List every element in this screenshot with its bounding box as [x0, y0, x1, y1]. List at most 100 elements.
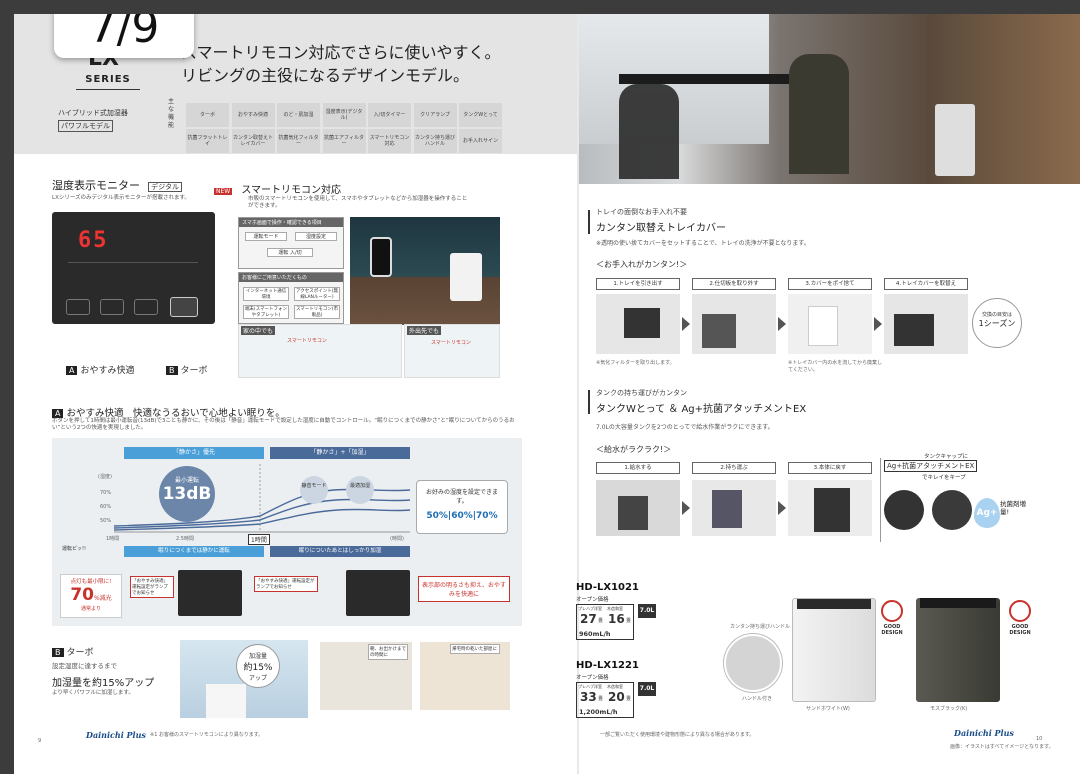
- x-axis-label-2: 1時間: [248, 534, 270, 545]
- care-arrow-2: [778, 317, 786, 331]
- model-block: HD-LX1021 オープン価格 プレハブ洋室 木造和室 27 畳 16 畳 960mL/h 7.…: [576, 582, 716, 656]
- dim-sub: 通常より: [81, 606, 101, 612]
- morning-note: 朝、お出かけまでの時間に: [368, 644, 408, 660]
- area-value-2: 16: [608, 612, 625, 626]
- area-value-2: 20: [608, 690, 625, 704]
- setting-bubble-text: お好みの湿度を設定できます。: [425, 489, 498, 505]
- turbo-unit-shape: [206, 684, 246, 718]
- needs-item-2: 端末(スマートフォンやタブレット): [243, 305, 289, 319]
- care-bubble: 交換の目安は 1シーズン: [972, 298, 1022, 348]
- tray-kicker: トレイの面倒なお手入れ不要: [596, 208, 687, 216]
- panel-button-3[interactable]: [134, 299, 158, 315]
- scene-out-label: 外出先でも: [407, 326, 442, 335]
- care-step-1: 1.トレイを引き出す: [596, 278, 680, 290]
- band-humidify: 眠りについたあとはしっかり加湿: [270, 546, 410, 557]
- tray-title: カンタン取替えトレイカバー: [596, 223, 726, 234]
- needs-item-0: インターネット通信環境: [243, 287, 289, 301]
- care-bubble-1: 交換の目安は: [981, 312, 1012, 318]
- power-button[interactable]: [170, 297, 198, 317]
- care-arrow-1: [682, 317, 690, 331]
- turbo-bubble: 加湿量 約15% アップ: [236, 644, 280, 688]
- mode-circle-optimal: 最適加湿: [346, 476, 374, 504]
- turbo-title: ターボ: [66, 648, 94, 658]
- tray-rule: [588, 210, 590, 234]
- dim-right-note: 表示部の明るさも抑え、おやすみを快適に: [418, 576, 510, 602]
- tank-rule: [588, 390, 590, 414]
- smart-title-row: NEW スマートリモコン対応: [214, 178, 341, 197]
- headline-2: リビングの主役になるデザインモデル。: [181, 66, 470, 85]
- area-unit-2: 畳: [626, 696, 632, 702]
- care-photo-3: [788, 294, 872, 354]
- water-step-3: 3.本体に戻す: [788, 462, 872, 474]
- ctrl-photo-1: [178, 570, 242, 616]
- power-label: パワフルモデル: [58, 120, 113, 132]
- needs-item-3: スマートリモコン(市販品): [294, 305, 340, 319]
- water-easy: ＜給水がラクラク!＞: [596, 445, 672, 454]
- cap-title-2: Ag+抗菌アタッチメントEX: [884, 460, 978, 472]
- water-step-2: 2.持ち運ぶ: [692, 462, 776, 474]
- y-axis-label-2: 60%: [100, 504, 112, 510]
- dining-photo: [579, 14, 1080, 184]
- panel-button-1[interactable]: [66, 299, 90, 315]
- label-a-row: A おやすみ快適: [66, 358, 135, 377]
- panel-button-2[interactable]: [100, 299, 124, 315]
- band-quiet: 眠りにつくまでは静かに運転: [124, 546, 264, 557]
- model-block: HD-LX1221 オープン価格 プレハブ洋室 木造和室 33 畳 20 畳 1,200mL/h…: [576, 660, 716, 734]
- series-label: SERIES: [85, 74, 131, 85]
- label-b-badge: B: [166, 366, 178, 375]
- dim-title: 点灯も最小限に!: [70, 579, 112, 585]
- humidity-monitor-heading: 湿度表示モニター: [52, 179, 140, 192]
- oyasumi-badge: A: [52, 409, 64, 418]
- ag-text: 抗菌剤増量!: [1000, 500, 1026, 517]
- app-box: スマホ画面で操作・確認できる項目 運転モード 湿度設定 運転 入/切: [238, 217, 344, 269]
- ctrl-note-1: 「おやすみ快適」運転設定がランプでお知らせ: [130, 576, 174, 598]
- oyasumi-desc: ボタンを押して1時間は最小運転音(13dB)で3ことも静かに、その後は「静音」運…: [52, 418, 515, 432]
- good-design-icon-1: [881, 600, 903, 622]
- turbo-bubble-3: アップ: [248, 675, 267, 682]
- tank-badge: 7.0L: [638, 604, 656, 618]
- setting-bubble: お好みの湿度を設定できます。 50%|60%|70%: [416, 480, 508, 534]
- setting-bubble-pcts: 50%|60%|70%: [426, 511, 498, 521]
- water-photo-1: [596, 480, 680, 536]
- color-label-white: サンドホワイト(W): [806, 706, 850, 712]
- left-page-number: 9: [38, 738, 42, 744]
- water-arrow-2: [778, 501, 786, 515]
- scene-out: 外出先でも スマートリモコン: [404, 324, 500, 378]
- feature-cell: 入/切タイマー: [368, 103, 411, 127]
- new-badge: NEW: [214, 188, 233, 195]
- care-photo-2: [692, 294, 776, 354]
- app-item-2: 運転 入/切: [267, 248, 313, 257]
- feature-cell: ターボ: [186, 103, 229, 127]
- tank-badge: 7.0L: [638, 682, 656, 696]
- type-label: ハイブリッド式加湿器: [58, 109, 128, 117]
- care-note-1: ※気化フィルターを取り出します。: [596, 360, 675, 366]
- care-photo-1: [596, 294, 680, 354]
- feature-cell: 抗菌エアフィルター: [322, 129, 366, 153]
- turbo-bubble-2: 約15%: [243, 663, 273, 673]
- feature-cell: スマートリモコン対応: [368, 129, 411, 153]
- feature-cell: のど・肌加湿: [277, 103, 320, 127]
- model-price: オープン価格: [576, 675, 609, 681]
- scene-home-label: 家の中でも: [241, 326, 276, 335]
- scene-out-tag: スマートリモコン: [431, 340, 471, 346]
- cap-title-3: でキレイをキープ: [922, 475, 966, 481]
- feature-cell: 抗菌フラットトレイ: [186, 129, 229, 153]
- tank-title: タンクWとって ＆ Ag+抗菌アタッチメントEX: [596, 404, 807, 415]
- care-step-2: 2.仕切板を取り外す: [692, 278, 776, 290]
- page-indicator: 7/9: [54, 14, 194, 58]
- water-photo-3: [788, 480, 872, 536]
- model-area-box: プレハブ洋室 木造和室 27 畳 16 畳 960mL/h: [576, 604, 634, 640]
- care-step-4: 4.トレイカバーを取替え: [884, 278, 968, 290]
- tray-desc: ※透明の使い捨てカバーをセットすることで、トレイの洗浄が不要となります。: [596, 240, 810, 247]
- needs-item-1: アクセスポイント(無線LANルーター): [294, 287, 340, 301]
- y-axis-label-1: 70%: [100, 490, 112, 496]
- product-white: [792, 598, 876, 702]
- x-axis-label-0: 1時間: [106, 536, 120, 542]
- model-price: オープン価格: [576, 597, 609, 603]
- y-axis-label-3: 50%: [100, 518, 112, 524]
- turbo-text-2: 加湿量を約15%アップ: [52, 678, 155, 689]
- dim-row: 70%減光: [61, 585, 121, 605]
- chair-left: [619, 84, 679, 179]
- care-step-3: 3.カバーをポイ捨て: [788, 278, 872, 290]
- feature-cell: クリアランプ: [413, 103, 457, 127]
